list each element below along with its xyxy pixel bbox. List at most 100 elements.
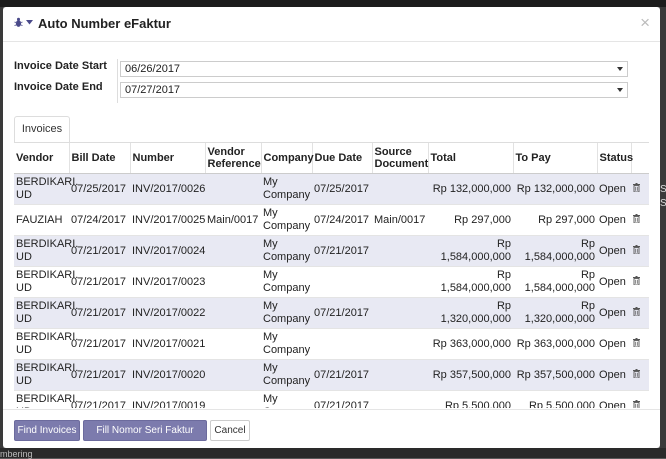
tab-invoices[interactable]: Invoices	[14, 116, 70, 143]
cell-number: INV/2017/0019	[130, 390, 205, 408]
table-row[interactable]: BERDIKARI. UD 07/21/2017 INV/2017/0023 My C…	[14, 266, 649, 298]
cell-due-date	[312, 328, 372, 360]
cell-status: Open	[597, 328, 631, 360]
cell-to-pay: Rp 132,000,000	[513, 173, 597, 205]
fill-nomor-seri-faktur-pajak-button[interactable]: Fill Nomor Seri Faktur Pajak	[83, 420, 207, 448]
cell-total: Rp 357,500,000	[428, 359, 513, 391]
cell-to-pay: Rp 297,000	[513, 204, 597, 236]
delete-cell	[631, 328, 649, 360]
cancel-button[interactable]: Cancel	[210, 420, 250, 441]
table-row[interactable]: BERDIKARI. UD07/21/2017INV/2017/0019My C…	[14, 390, 649, 409]
cell-company: My Company	[261, 173, 312, 205]
footer-divider	[3, 409, 660, 410]
cell-vendor: FAUZIAH	[14, 204, 69, 236]
cell-total: Rp 1,584,000,000	[428, 266, 513, 298]
cell-company: My Company	[261, 390, 312, 408]
cell-number: INV/2017/0025	[130, 204, 205, 236]
backdrop-top	[0, 0, 666, 7]
trash-icon[interactable]	[633, 368, 640, 378]
caret-down-icon[interactable]	[26, 20, 33, 25]
delete-cell	[631, 390, 649, 409]
invoice-date-start-label: Invoice Date Start	[14, 60, 107, 72]
bug-icon[interactable]	[14, 17, 23, 28]
cell-to-pay: Rp 1,320,000,000	[513, 297, 597, 329]
cell-source-document	[372, 390, 428, 408]
column-header-bill-date[interactable]: Bill Date	[69, 143, 131, 174]
cell-company: My Company	[261, 328, 312, 360]
cell-vendor-reference	[205, 390, 261, 408]
trash-icon[interactable]	[633, 337, 640, 347]
close-icon[interactable]: ×	[640, 13, 650, 33]
cell-company: My Company	[261, 297, 312, 329]
cell-to-pay: Rp 363,000,000	[513, 328, 597, 360]
column-header-number[interactable]: Number	[130, 143, 206, 174]
cell-source-document	[372, 173, 428, 205]
table-row[interactable]: BERDIKARI. UD 07/21/2017 INV/2017/0024 My C…	[14, 235, 649, 267]
cell-bill-date: 07/21/2017	[69, 235, 130, 267]
trash-icon[interactable]	[633, 213, 640, 223]
cell-status: Open	[597, 266, 631, 298]
column-header-due-date[interactable]: Due Date	[312, 143, 373, 174]
cell-number: INV/2017/0026	[130, 173, 205, 205]
cell-number: INV/2017/0023	[130, 266, 205, 298]
column-header-total[interactable]: Total	[428, 143, 514, 174]
column-header-company[interactable]: Company	[261, 143, 314, 174]
table-row[interactable]: BERDIKARI. UD 07/21/2017 INV/2017/0020 My C…	[14, 359, 649, 391]
trash-icon[interactable]	[633, 399, 640, 409]
chevron-down-icon[interactable]	[617, 67, 623, 71]
invoices-table: Vendor Bill Date Number Vendor Reference…	[14, 143, 649, 408]
cell-bill-date: 07/25/2017	[69, 173, 130, 205]
trash-icon[interactable]	[633, 244, 640, 254]
invoice-date-start-value: 06/26/2017	[125, 63, 181, 75]
column-header-to-pay[interactable]: To Pay	[513, 143, 598, 174]
auto-number-efaktur-dialog: Auto Number eFaktur × Invoice Date Start…	[3, 7, 660, 448]
column-header-vendor-reference[interactable]: Vendor Reference	[205, 143, 262, 174]
cell-status: Open	[597, 390, 631, 408]
trash-icon[interactable]	[633, 306, 640, 316]
cell-number: INV/2017/0022	[130, 297, 205, 329]
find-invoices-button[interactable]: Find Invoices	[14, 420, 80, 441]
cell-vendor-reference	[205, 266, 261, 298]
cell-to-pay: Rp 1,584,000,000	[513, 235, 597, 267]
cell-company: My Company	[261, 359, 312, 391]
cell-source-document	[372, 328, 428, 360]
dialog-header: Auto Number eFaktur ×	[3, 7, 660, 42]
table-row[interactable]: BERDIKARI. UD 07/25/2017 INV/2017/0026 My C…	[14, 173, 649, 205]
cell-bill-date: 07/24/2017	[69, 204, 130, 236]
cell-bill-date: 07/21/2017	[69, 297, 130, 329]
column-header-status[interactable]: Status	[597, 143, 633, 174]
invoice-date-start-field[interactable]: 06/26/2017	[120, 61, 628, 77]
cell-vendor-reference: Main/0017	[205, 204, 261, 236]
cell-vendor: BERDIKARI. UD	[14, 390, 78, 408]
delete-cell	[631, 359, 649, 391]
table-row[interactable]: BERDIKARI. UD 07/21/2017 INV/2017/0021 My C…	[14, 328, 649, 360]
trash-icon[interactable]	[633, 182, 640, 192]
cell-total: Rp 1,584,000,000	[428, 235, 513, 267]
chevron-down-icon[interactable]	[617, 88, 623, 92]
cell-to-pay: Rp 357,500,000	[513, 359, 597, 391]
column-header-source-document[interactable]: Source Document	[372, 143, 429, 174]
cell-due-date: 07/21/2017	[312, 359, 372, 391]
cell-company: My Company	[261, 266, 312, 298]
invoice-date-end-field[interactable]: 07/27/2017	[120, 82, 628, 98]
column-header-vendor[interactable]: Vendor	[14, 143, 70, 174]
table-row[interactable]: FAUZIAH 07/24/2017 INV/2017/0025 Main/0017 M…	[14, 204, 649, 236]
invoice-date-end-label: Invoice Date End	[14, 81, 103, 93]
cell-due-date: 07/21/2017	[312, 297, 372, 329]
cell-status: Open	[597, 204, 631, 236]
cell-source-document	[372, 235, 428, 267]
cell-vendor: BERDIKARI. UD	[14, 235, 78, 267]
cell-status: Open	[597, 235, 631, 267]
delete-cell	[631, 297, 649, 329]
invoices-table-container[interactable]: Vendor Bill Date Number Vendor Reference…	[14, 143, 649, 408]
table-row[interactable]: BERDIKARI. UD 07/21/2017 INV/2017/0022 My C…	[14, 297, 649, 329]
trash-icon[interactable]	[633, 275, 640, 285]
cell-total: Rp 297,000	[428, 204, 513, 236]
dialog-title: Auto Number eFaktur	[38, 16, 171, 31]
cell-total: Rp 1,320,000,000	[428, 297, 513, 329]
delete-cell	[631, 235, 649, 267]
backdrop-bottom	[0, 448, 666, 458]
delete-cell	[631, 173, 649, 205]
cell-vendor: BERDIKARI. UD	[14, 328, 78, 360]
cell-vendor: BERDIKARI. UD	[14, 297, 78, 329]
